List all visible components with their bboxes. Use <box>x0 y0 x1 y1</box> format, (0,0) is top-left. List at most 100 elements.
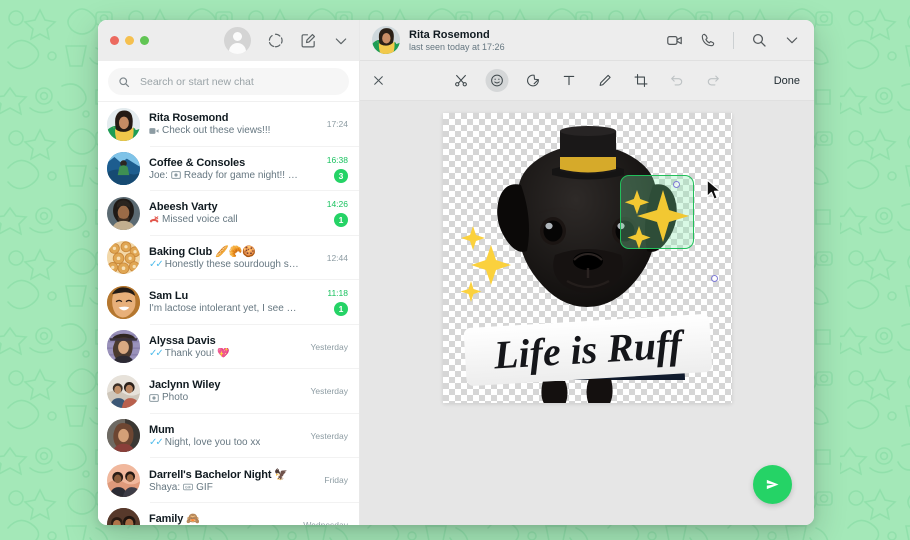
chat-avatar[interactable] <box>107 241 140 275</box>
conversation-avatar[interactable] <box>372 26 400 54</box>
chat-list-item[interactable]: Darrell's Bachelor Night 🦅 Shaya: GIF GI… <box>98 458 359 503</box>
sidebar-header-actions <box>224 27 349 54</box>
chat-name: Abeesh Varty <box>149 201 218 214</box>
sidebar: Rita Rosemond Check out these views!!! 1… <box>98 20 360 525</box>
chat-list-item[interactable]: Alyssa Davis ✓✓ Thank you! 💖 Yesterday <box>98 325 359 370</box>
video-icon <box>149 127 159 134</box>
status-ring-icon[interactable] <box>267 32 284 49</box>
text-icon[interactable] <box>558 69 581 92</box>
search-input[interactable] <box>140 75 339 88</box>
chat-list[interactable]: Rita Rosemond Check out these views!!! 1… <box>98 102 359 525</box>
chat-name: Sam Lu <box>149 290 189 303</box>
crop-icon[interactable] <box>630 69 653 92</box>
chat-preview-text: I'm lactose intolerant yet, I see cheese… <box>149 303 299 315</box>
chat-preview-sender: Shaya: <box>149 481 181 493</box>
chat-avatar[interactable] <box>107 374 140 408</box>
sidebar-titlebar <box>98 20 359 61</box>
image-canvas[interactable]: Life is Ruff <box>442 113 732 403</box>
chat-name: Family 🙈 <box>149 513 200 525</box>
sidebar-menu-chevron-down-icon[interactable] <box>333 33 349 49</box>
chat-meta: 12:44 <box>308 253 348 263</box>
sparkles-sticker-left <box>460 226 511 302</box>
conversation-search-icon[interactable] <box>751 32 767 48</box>
search-box[interactable] <box>108 68 349 95</box>
sticker-rotate-handle[interactable] <box>672 181 680 188</box>
header-divider <box>733 31 734 49</box>
chat-preview: ✓✓ Night, love you too xx <box>149 437 299 448</box>
redo-icon[interactable] <box>702 69 725 92</box>
chat-item-content: Rita Rosemond Check out these views!!! <box>149 112 299 136</box>
chat-list-item[interactable]: Rita Rosemond Check out these views!!! 1… <box>98 102 359 147</box>
chat-meta: Yesterday <box>308 430 349 441</box>
chat-name: Coffee & Consoles <box>149 156 246 169</box>
chat-preview: Photo <box>149 392 299 403</box>
chat-preview-sender: Joe: <box>149 169 168 181</box>
chat-meta: 17:24 <box>308 119 348 129</box>
chat-item-content: Jaclynn Wiley Photo <box>149 379 299 403</box>
chat-preview: ✓✓ Honestly these sourdough starters are… <box>149 259 299 270</box>
emoji-icon[interactable] <box>485 69 509 92</box>
chat-avatar[interactable] <box>107 463 140 497</box>
chat-item-content: Darrell's Bachelor Night 🦅 Shaya: GIF GI… <box>149 468 299 493</box>
minimize-window-button[interactable] <box>125 36 134 45</box>
send-button[interactable] <box>753 465 792 504</box>
done-button[interactable]: Done <box>774 75 800 87</box>
sticker-icon[interactable] <box>522 69 545 92</box>
chat-timestamp: Yesterday <box>310 341 349 352</box>
sticker-resize-handle[interactable] <box>710 275 718 282</box>
chat-list-item[interactable]: Mum ✓✓ Night, love you too xx Yesterday <box>98 414 359 459</box>
chat-item-content: Family 🙈 Grandma: Happy dancing!!! <box>149 512 294 525</box>
chat-list-item[interactable]: Sam Lu I'm lactose intolerant yet, I see… <box>98 280 359 325</box>
chat-item-content: Abeesh Varty Missed voice call <box>149 201 299 225</box>
editor-tool-group <box>450 69 725 92</box>
chat-list-item[interactable]: Abeesh Varty Missed voice call 14:26 1 <box>98 191 359 236</box>
chat-timestamp: 17:24 <box>326 119 348 130</box>
conversation-menu-chevron-down-icon[interactable] <box>784 32 800 48</box>
chat-item-content: Alyssa Davis ✓✓ Thank you! 💖 <box>149 335 299 359</box>
close-window-button[interactable] <box>110 36 119 45</box>
chat-avatar[interactable] <box>107 152 140 186</box>
chat-list-item[interactable]: Family 🙈 Grandma: Happy dancing!!! Wedne… <box>98 503 359 525</box>
chat-preview: Shaya: GIF GIF <box>149 482 299 493</box>
chat-meta: 16:38 3 <box>308 155 348 183</box>
chat-avatar[interactable] <box>107 196 140 230</box>
chat-meta: 14:26 1 <box>308 199 348 228</box>
chat-timestamp: 11:18 <box>327 288 348 299</box>
chat-avatar[interactable] <box>107 285 140 319</box>
chat-preview-text: Check out these views!!! <box>162 125 271 137</box>
chat-meta: Wednesday <box>303 520 348 525</box>
chat-list-item[interactable]: Baking Club 🥖🥐🍪 ✓✓ Honestly these sourdo… <box>98 236 359 281</box>
chat-avatar[interactable] <box>107 330 140 364</box>
chat-preview: I'm lactose intolerant yet, I see cheese… <box>149 303 299 314</box>
voice-call-icon[interactable] <box>700 32 716 48</box>
video-call-icon[interactable] <box>666 32 683 49</box>
pug-photo-composition: Life is Ruff <box>460 126 712 403</box>
chat-avatar[interactable] <box>107 419 140 453</box>
chat-avatar[interactable] <box>107 508 140 525</box>
search-bar-container <box>98 61 359 102</box>
chat-timestamp: Friday <box>324 475 348 486</box>
chat-preview-text: Ready for game night!! 🎅🍫🎅 <box>183 169 299 181</box>
editor-stage: Life is Ruff <box>360 101 814 525</box>
chat-avatar[interactable] <box>107 107 140 141</box>
maximize-window-button[interactable] <box>140 36 149 45</box>
chat-preview-text: GIF <box>196 481 213 493</box>
chat-name: Rita Rosemond <box>149 112 229 125</box>
conversation-contact-name: Rita Rosemond <box>409 28 490 41</box>
chat-timestamp: Wednesday <box>303 519 348 525</box>
chat-timestamp: Yesterday <box>310 430 349 441</box>
read-receipt-icon: ✓✓ <box>149 347 164 359</box>
unread-badge: 1 <box>334 213 348 228</box>
crop-rotate-scissors-icon[interactable] <box>450 69 473 92</box>
compose-new-chat-icon[interactable] <box>300 32 317 49</box>
conversation-contact-info: Rita Rosemond last seen today at 17:26 <box>409 29 657 52</box>
chat-list-item[interactable]: Jaclynn Wiley Photo Yesterday <box>98 369 359 414</box>
selected-sticker-bounding-box[interactable] <box>619 175 694 249</box>
search-icon <box>118 76 130 88</box>
undo-icon[interactable] <box>666 69 689 92</box>
chat-list-item[interactable]: Coffee & Consoles Joe: Ready for game ni… <box>98 147 359 192</box>
chat-meta: Friday <box>308 475 348 485</box>
profile-avatar-icon[interactable] <box>224 27 251 54</box>
pen-icon[interactable] <box>594 69 617 92</box>
close-editor-icon[interactable] <box>372 74 385 87</box>
